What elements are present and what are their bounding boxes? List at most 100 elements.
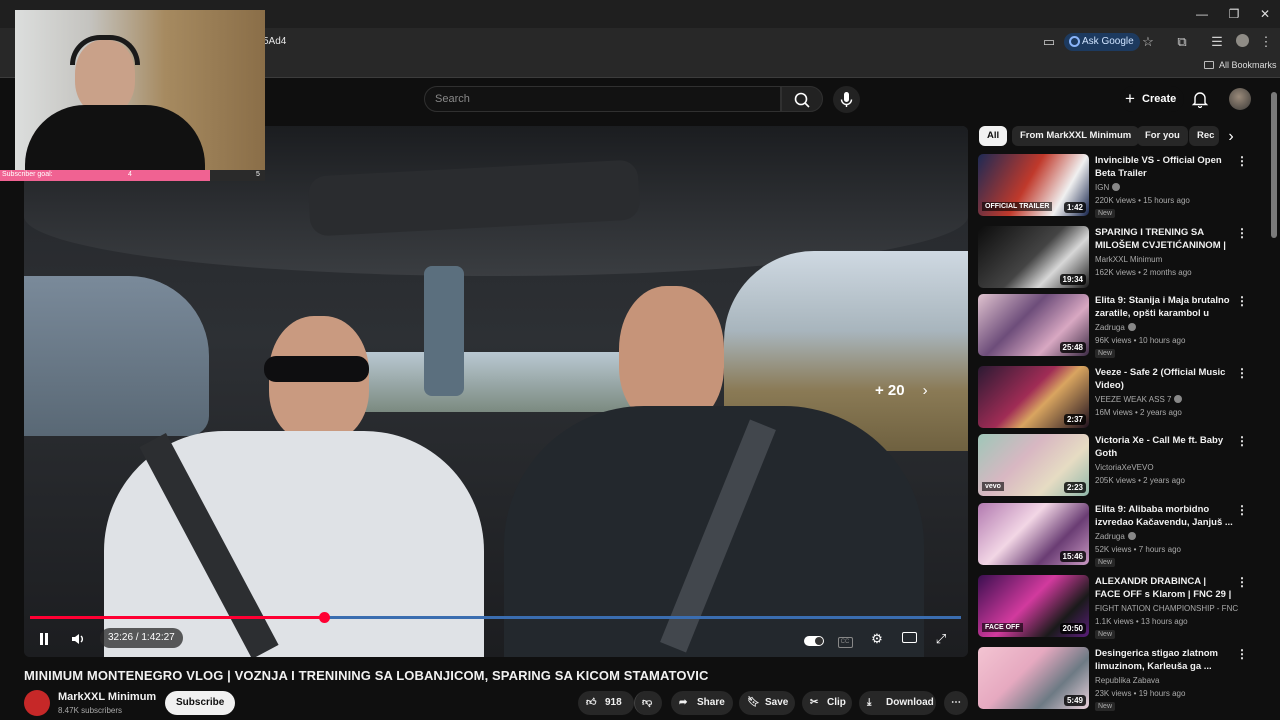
chevron-right-icon: ›: [922, 382, 928, 399]
star-icon[interactable]: ☆: [1140, 34, 1156, 50]
more-options-icon[interactable]: ⋮: [1236, 647, 1248, 661]
download-icon: ⤓: [867, 697, 872, 708]
account-avatar[interactable]: [1229, 88, 1251, 110]
chip-for-you[interactable]: For you: [1137, 126, 1188, 146]
recommendation-channel[interactable]: VEEZE WEAK ASS 7: [1095, 395, 1183, 404]
recommendation-channel[interactable]: IGN: [1095, 183, 1121, 192]
voice-search-button[interactable]: [833, 86, 860, 113]
recommendation-stats: 16M views • 2 years ago: [1095, 408, 1182, 417]
like-button[interactable]: 👍︎ 918: [578, 691, 634, 715]
recommendation-title[interactable]: Victoria Xe - Call Me ft. Baby Goth: [1095, 434, 1233, 460]
scrollbar[interactable]: [1271, 92, 1277, 238]
pause-icon[interactable]: [35, 630, 53, 648]
download-button[interactable]: ⤓ Download: [859, 691, 936, 715]
fullscreen-icon[interactable]: ⤢: [932, 630, 950, 648]
recommendation-channel[interactable]: Zadruga: [1095, 323, 1136, 332]
recommendation-title[interactable]: Veeze - Safe 2 (Official Music Video): [1095, 366, 1233, 392]
more-options-icon[interactable]: ⋮: [1236, 366, 1248, 380]
recommendation-item[interactable]: OFFICIAL TRAILER 1:42 Invincible VS - Offi…: [978, 154, 1268, 220]
save-button[interactable]: 🔖︎ Save: [739, 691, 795, 715]
share-button[interactable]: ➦ Share: [671, 691, 733, 715]
folder-icon: [1204, 61, 1214, 69]
person-right-head: [619, 286, 724, 426]
more-options-icon[interactable]: ⋮: [1236, 434, 1248, 448]
video-title: MINIMUM MONTENEGRO VLOG | VOZNJA I TRENI…: [24, 668, 709, 683]
recommendation-title[interactable]: ALEXANDR DRABINCA | FACE OFF s Klarom | …: [1095, 575, 1233, 601]
recommendation-thumbnail[interactable]: FACE OFF 20:50: [978, 575, 1089, 637]
recommendation-thumbnail[interactable]: 15:46: [978, 503, 1089, 565]
search-button[interactable]: [781, 86, 823, 112]
more-options-icon[interactable]: ⋮: [1236, 294, 1248, 308]
search-box[interactable]: [424, 86, 781, 112]
air-freshener: [424, 266, 464, 396]
recommendation-title[interactable]: Elita 9: Stanija i Maja brutalno zaratil…: [1095, 294, 1233, 320]
skip-forward-overlay[interactable]: + 20 ›: [875, 382, 928, 399]
all-bookmarks-button[interactable]: All Bookmarks: [1219, 60, 1277, 70]
recommendation-item[interactable]: 15:46 Elita 9: Alibaba morbidno izvredao …: [978, 503, 1268, 569]
reading-list-icon[interactable]: ☰: [1209, 34, 1225, 50]
recommendation-item[interactable]: FACE OFF 20:50 ALEXANDR DRABINCA | FACE OF…: [978, 575, 1268, 641]
miniplayer-icon[interactable]: [900, 630, 918, 648]
chip-recent[interactable]: Rec: [1189, 126, 1219, 146]
recommendation-channel[interactable]: Zadruga: [1095, 532, 1136, 541]
clip-button[interactable]: ✂ Clip: [802, 691, 852, 715]
browser-menu-icon[interactable]: ⋮: [1258, 34, 1274, 50]
channel-subscriber-count: 8.47K subscribers: [58, 706, 123, 715]
channel-avatar[interactable]: [24, 690, 50, 716]
recommendation-title[interactable]: Elita 9: Alibaba morbidno izvredao Kačav…: [1095, 503, 1233, 529]
chip-from-channel[interactable]: From MarkXXL Minimum: [1012, 126, 1140, 146]
create-button[interactable]: + Create: [1120, 86, 1185, 112]
recommendation-thumbnail[interactable]: 2:37: [978, 366, 1089, 428]
recommendation-stats: 96K views • 10 hours ago: [1095, 336, 1186, 345]
recommendation-channel[interactable]: FIGHT NATION CHAMPIONSHIP - FNC: [1095, 604, 1238, 613]
cast-icon[interactable]: ▭: [1041, 34, 1057, 50]
recommendation-item[interactable]: vevo 2:23 Victoria Xe - Call Me ft. Baby G…: [978, 434, 1268, 500]
autoplay-toggle[interactable]: [803, 630, 825, 648]
new-badge: New: [1095, 349, 1116, 358]
volume-icon[interactable]: [69, 630, 87, 648]
recommendation-title[interactable]: Desingerica stigao zlatnom limuzinom, Ka…: [1095, 647, 1233, 673]
channel-name[interactable]: MarkXXL Minimum: [58, 691, 156, 703]
more-options-icon[interactable]: ⋮: [1236, 154, 1248, 168]
recommendation-thumbnail[interactable]: OFFICIAL TRAILER 1:42: [978, 154, 1089, 216]
recommendation-title[interactable]: Invincible VS - Official Open Beta Trail…: [1095, 154, 1233, 180]
chevron-right-icon[interactable]: ›: [1222, 128, 1240, 146]
subscribe-button[interactable]: Subscribe: [165, 691, 236, 715]
restore-icon[interactable]: ❐: [1226, 6, 1242, 22]
thumbnail-caption: vevo: [982, 482, 1004, 491]
google-lens-icon: [1069, 36, 1080, 47]
recommendation-item[interactable]: 2:37 Veeze - Safe 2 (Official Music Video…: [978, 366, 1268, 432]
dislike-button[interactable]: 👎︎: [634, 691, 662, 715]
recommendation-item[interactable]: 19:34 SPARING I TRENING SA MILOŠEM CVJETI…: [978, 226, 1268, 292]
recommendation-channel[interactable]: Republika Zabava: [1095, 676, 1159, 685]
profile-avatar[interactable]: [1234, 34, 1250, 50]
address-bar-url[interactable]: 5Ad4: [263, 36, 286, 47]
recommendation-thumbnail[interactable]: 5:49: [978, 647, 1089, 709]
recommendation-thumbnail[interactable]: 19:34: [978, 226, 1089, 288]
more-options-icon[interactable]: ⋮: [1236, 226, 1248, 240]
search-input[interactable]: [435, 87, 765, 111]
captions-icon[interactable]: CC: [836, 630, 854, 648]
more-actions-icon[interactable]: ⋯: [944, 691, 968, 715]
video-player[interactable]: [24, 126, 968, 657]
progress-bar[interactable]: [30, 612, 961, 623]
notifications-bell-icon[interactable]: [1191, 90, 1209, 108]
recommendation-thumbnail[interactable]: 25:48: [978, 294, 1089, 356]
more-options-icon[interactable]: ⋮: [1236, 575, 1248, 589]
more-options-icon[interactable]: ⋮: [1236, 503, 1248, 517]
settings-gear-icon[interactable]: ⚙: [868, 630, 886, 648]
recommendation-channel[interactable]: MarkXXL Minimum: [1095, 255, 1162, 264]
recommendation-item[interactable]: 5:49 Desingerica stigao zlatnom limuzinom…: [978, 647, 1268, 713]
recommendation-thumbnail[interactable]: vevo 2:23: [978, 434, 1089, 496]
recommendation-channel[interactable]: VictoriaXeVEVO: [1095, 463, 1154, 472]
recommendation-title[interactable]: SPARING I TRENING SA MILOŠEM CVJETIĆANIN…: [1095, 226, 1233, 252]
streamer-shirt: [25, 105, 205, 170]
extensions-icon[interactable]: ⧉: [1174, 34, 1190, 50]
video-duration: 5:49: [1063, 695, 1086, 706]
recommendation-item[interactable]: 25:48 Elita 9: Stanija i Maja brutalno za…: [978, 294, 1268, 360]
chip-all[interactable]: All: [979, 126, 1008, 146]
minimize-icon[interactable]: —: [1194, 6, 1210, 22]
ask-google-button[interactable]: Ask Google: [1064, 33, 1140, 51]
close-icon[interactable]: ✕: [1257, 6, 1273, 22]
side-window-left: [24, 276, 209, 436]
